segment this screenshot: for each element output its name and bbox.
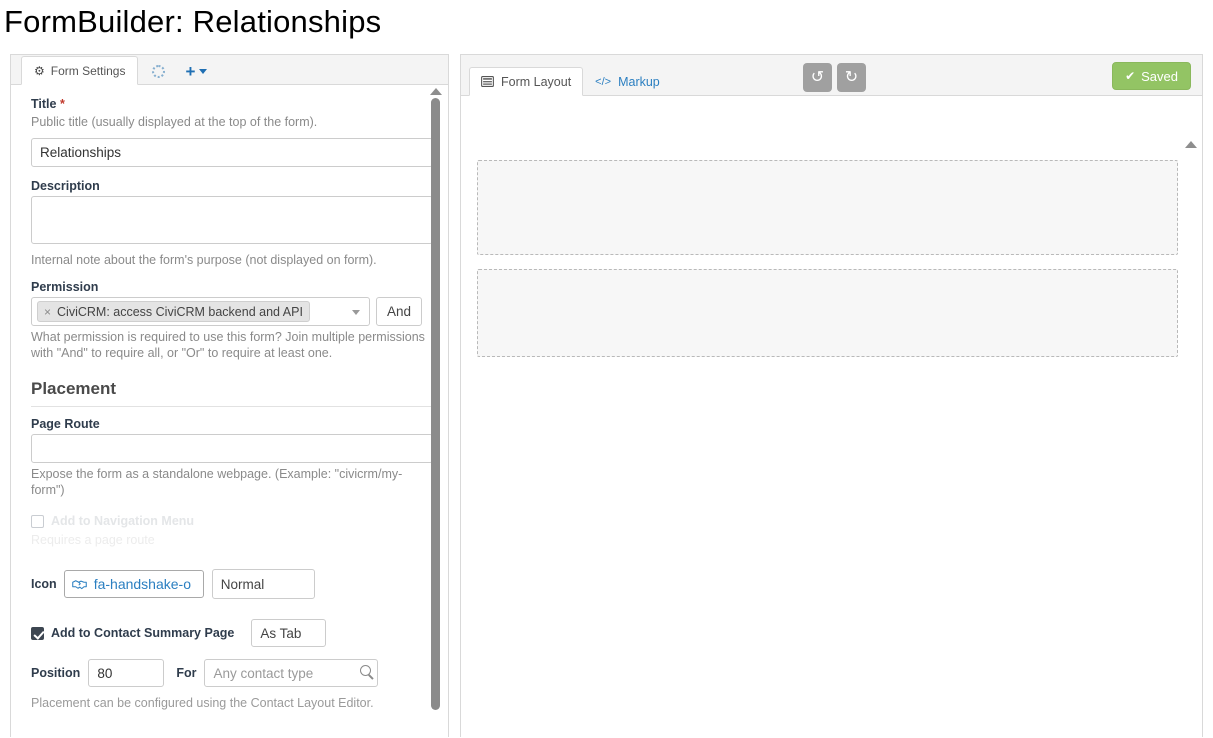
undo-button[interactable]: ↺ — [803, 63, 832, 92]
layout-icon — [481, 76, 494, 87]
nav-menu-row: Add to Navigation Menu — [31, 514, 422, 528]
description-textarea[interactable] — [31, 196, 433, 244]
description-label: Description — [31, 179, 100, 193]
placement-heading: Placement — [31, 379, 433, 407]
right-tabbar: Form Layout </> Markup ↺ ↻ ✔ Saved — [461, 55, 1202, 96]
scrollbar-thumb[interactable] — [431, 98, 440, 710]
icon-value: fa-handshake-o — [93, 576, 191, 592]
position-label: Position — [31, 666, 81, 680]
scroll-up-arrow-icon[interactable] — [429, 88, 442, 95]
contact-summary-checkbox[interactable] — [31, 626, 44, 640]
icon-label: Icon — [31, 577, 57, 591]
chevron-down-icon — [352, 310, 360, 315]
contact-type-input[interactable] — [204, 659, 379, 687]
position-input[interactable] — [88, 659, 165, 687]
gear-icon: ⚙ — [34, 63, 45, 78]
contact-summary-label: Add to Contact Summary Page — [51, 626, 235, 640]
tab-markup[interactable]: </> Markup — [583, 67, 672, 96]
tab-form-settings-label: Form Settings — [50, 63, 126, 78]
page-route-label: Page Route — [31, 417, 100, 431]
permission-join-button[interactable]: And — [376, 297, 422, 326]
form-layout-panel: Form Layout </> Markup ↺ ↻ ✔ Saved — [460, 54, 1203, 737]
permission-select[interactable]: × CiviCRM: access CiviCRM backend and AP… — [31, 297, 370, 326]
description-help: Internal note about the form's purpose (… — [31, 253, 377, 267]
left-tabbar: ⚙ Form Settings + — [11, 55, 448, 85]
placement-footnote: Placement can be configured using the Co… — [31, 696, 374, 710]
permission-label: Permission — [31, 280, 99, 294]
title-help: Public title (usually displayed at the t… — [31, 115, 318, 129]
layout-block[interactable] — [477, 160, 1178, 255]
page-route-help: Expose the form as a standalone webpage.… — [31, 467, 403, 497]
page-title: FormBuilder: Relationships — [4, 4, 382, 39]
title-label-text: Title — [31, 97, 57, 111]
tab-form-layout-label: Form Layout — [501, 74, 572, 89]
title-input[interactable] — [31, 138, 433, 167]
contact-type-wrap — [204, 659, 379, 687]
check-icon: ✔ — [1125, 69, 1136, 83]
icon-picker-button[interactable]: fa-handshake-o — [63, 570, 204, 598]
icon-row: Icon fa-handshake-o Normal — [31, 569, 422, 599]
page-route-input[interactable] — [31, 434, 433, 463]
form-settings-panel: ⚙ Form Settings + Title * Public title (… — [10, 54, 449, 738]
scroll-up-arrow-icon[interactable] — [1185, 141, 1197, 148]
nav-menu-checkbox — [31, 514, 44, 528]
loading-spinner-icon — [152, 65, 166, 78]
permission-chip: × CiviCRM: access CiviCRM backend and AP… — [37, 301, 310, 322]
nav-menu-help: Requires a page route — [31, 533, 155, 547]
permission-chip-label: CiviCRM: access CiviCRM backend and API — [57, 304, 303, 319]
position-row: Position For — [31, 659, 422, 687]
add-element-button[interactable]: + — [185, 61, 208, 81]
title-required-marker: * — [59, 97, 65, 111]
plus-icon: + — [185, 61, 196, 81]
save-button-label: Saved — [1141, 68, 1178, 84]
layout-block[interactable] — [477, 269, 1178, 357]
form-canvas[interactable] — [461, 96, 1202, 737]
redo-button[interactable]: ↻ — [837, 63, 866, 92]
tabbar-extra: + — [152, 61, 208, 84]
permission-help: What permission is required to use this … — [31, 330, 425, 360]
icon-weight-select[interactable]: Normal — [211, 569, 315, 599]
title-label: Title * — [31, 97, 422, 111]
chevron-down-icon — [199, 69, 208, 74]
workspace: ⚙ Form Settings + Title * Public title (… — [0, 54, 1213, 738]
save-button[interactable]: ✔ Saved — [1112, 62, 1191, 90]
handshake-icon — [71, 579, 87, 589]
tab-form-layout[interactable]: Form Layout — [469, 67, 584, 96]
drop-area — [477, 108, 1178, 357]
left-panel-scrollbar[interactable] — [429, 87, 442, 735]
contact-summary-row: Add to Contact Summary Page As Tab — [31, 619, 422, 647]
right-panel-scrollbar[interactable] — [1184, 140, 1198, 737]
search-icon — [360, 665, 372, 676]
for-label: For — [176, 666, 197, 680]
contact-summary-mode-select[interactable]: As Tab — [251, 619, 327, 647]
chip-remove-icon[interactable]: × — [44, 305, 51, 319]
tab-form-settings[interactable]: ⚙ Form Settings — [21, 56, 139, 85]
nav-menu-label: Add to Navigation Menu — [51, 514, 195, 528]
form-settings-body: Title * Public title (usually displayed … — [11, 85, 448, 738]
undo-redo-group: ↺ ↻ — [803, 63, 866, 92]
code-icon: </> — [595, 75, 612, 88]
tab-markup-label: Markup — [618, 74, 660, 89]
permission-row: × CiviCRM: access CiviCRM backend and AP… — [31, 297, 422, 326]
